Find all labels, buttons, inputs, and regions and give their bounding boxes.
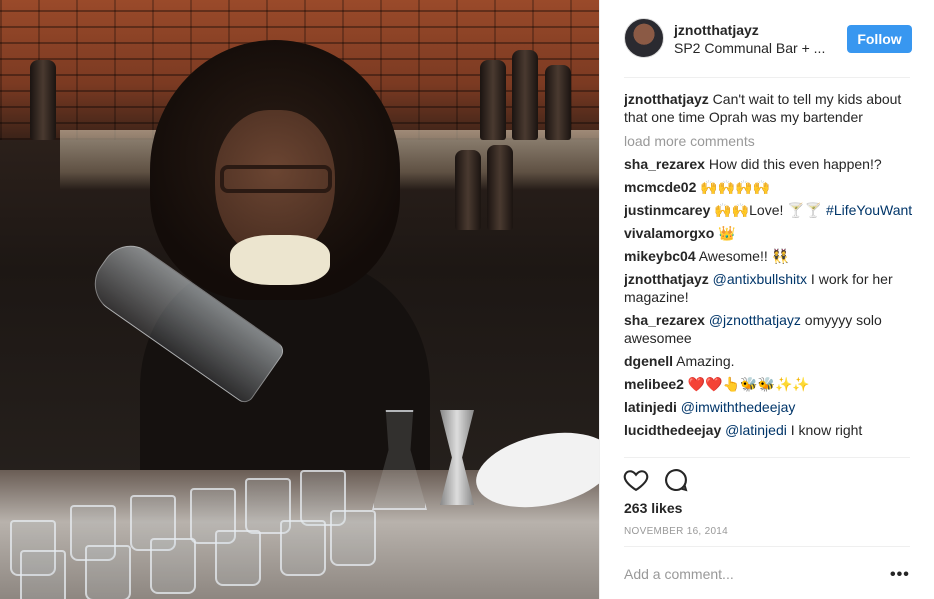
bottle [480, 60, 506, 140]
divider [624, 546, 910, 547]
post-photo[interactable] [0, 0, 599, 599]
caption-username[interactable]: jznotthatjayz [624, 91, 709, 107]
comment-username[interactable]: jznotthatjayz [624, 271, 709, 287]
comment: sha_rezarex @jznotthatjayz omyyyy solo a… [624, 311, 914, 347]
comment-text: Awesome!! 👯 [695, 248, 790, 264]
comment-username[interactable]: lucidthedeejay [624, 422, 721, 438]
glass [330, 510, 376, 566]
post-date[interactable]: NOVEMBER 16, 2014 [624, 526, 728, 537]
comment-text: ❤️❤️👆🐝🐝✨✨ [683, 376, 810, 392]
hashtag-link[interactable]: #LifeYouWant [826, 202, 912, 218]
comment: jznotthatjayz @antixbullshitx I work for… [624, 270, 914, 306]
mention-link[interactable]: @antixbullshitx [713, 271, 807, 287]
comment-username[interactable]: sha_rezarex [624, 156, 705, 172]
comment: melibee2 ❤️❤️👆🐝🐝✨✨ [624, 375, 914, 393]
comment-username[interactable]: vivalamorgxo [624, 225, 714, 241]
comment-text: How did this even happen!? [704, 156, 882, 172]
author-username[interactable]: jznotthatjayz [674, 22, 759, 38]
more-options-icon[interactable]: ••• [890, 566, 910, 584]
bottle [455, 150, 481, 230]
comment: sha_rezarex How did this even happen!? [624, 155, 914, 173]
comment-username[interactable]: melibee2 [624, 376, 684, 392]
post-header: jznotthatjayz SP2 Communal Bar + ... Fol… [624, 18, 912, 60]
comment: dgenell Amazing. [624, 352, 914, 370]
glass [215, 530, 261, 586]
comment-username[interactable]: latinjedi [624, 399, 677, 415]
glass [280, 520, 326, 576]
comment: justinmcarey 🙌🙌Love! 🍸🍸 #LifeYouWant [624, 201, 914, 219]
glass [20, 550, 66, 599]
comment-username[interactable]: dgenell [624, 353, 673, 369]
likes-count[interactable]: 263 likes [624, 500, 682, 516]
comment-list[interactable]: jznotthatjayz Can't wait to tell my kids… [624, 90, 914, 458]
comment: mcmcde02 🙌🙌🙌🙌 [624, 178, 914, 196]
comment-text: Amazing. [673, 353, 735, 369]
post-viewer: jznotthatjayz SP2 Communal Bar + ... Fol… [0, 0, 934, 599]
post-sidebar: jznotthatjayz SP2 Communal Bar + ... Fol… [599, 0, 934, 599]
comment-text: 🙌🙌Love! 🍸🍸 [710, 202, 827, 218]
glass [150, 538, 196, 594]
comment: lucidthedeejay @latinjedi I know right [624, 421, 914, 439]
divider [624, 457, 910, 458]
follow-button[interactable]: Follow [847, 25, 912, 53]
comment-text: 🙌🙌🙌🙌 [696, 179, 771, 195]
comment-bubble-icon[interactable] [662, 466, 690, 494]
comment-username[interactable]: justinmcarey [624, 202, 710, 218]
glasses [220, 165, 332, 193]
comment-username[interactable]: sha_rezarex [624, 312, 705, 328]
avatar[interactable] [624, 18, 664, 58]
mention-link[interactable]: @imwiththedeejay [681, 399, 796, 415]
comment-username[interactable]: mikeybc04 [624, 248, 696, 264]
bottle [30, 60, 56, 140]
bottle [545, 65, 571, 140]
divider [624, 77, 910, 78]
comment-text: 👑 [714, 225, 736, 241]
heart-outline-icon[interactable] [622, 466, 650, 494]
bottle [512, 50, 538, 140]
collar [230, 235, 330, 285]
load-more-comments-link[interactable]: load more comments [624, 132, 914, 150]
comment: latinjedi @imwiththedeejay [624, 398, 914, 416]
comment-username[interactable]: mcmcde02 [624, 179, 696, 195]
glass [85, 545, 131, 599]
comment-text: I know right [786, 422, 863, 438]
caption: jznotthatjayz Can't wait to tell my kids… [624, 90, 914, 126]
mention-link[interactable]: @latinjedi [725, 422, 787, 438]
comment: vivalamorgxo 👑 [624, 224, 914, 242]
bottle [487, 145, 513, 230]
comment: mikeybc04 Awesome!! 👯 [624, 247, 914, 265]
add-comment-input[interactable] [624, 560, 874, 588]
mention-link[interactable]: @jznotthatjayz [709, 312, 801, 328]
location-link[interactable]: SP2 Communal Bar + ... [674, 40, 834, 56]
